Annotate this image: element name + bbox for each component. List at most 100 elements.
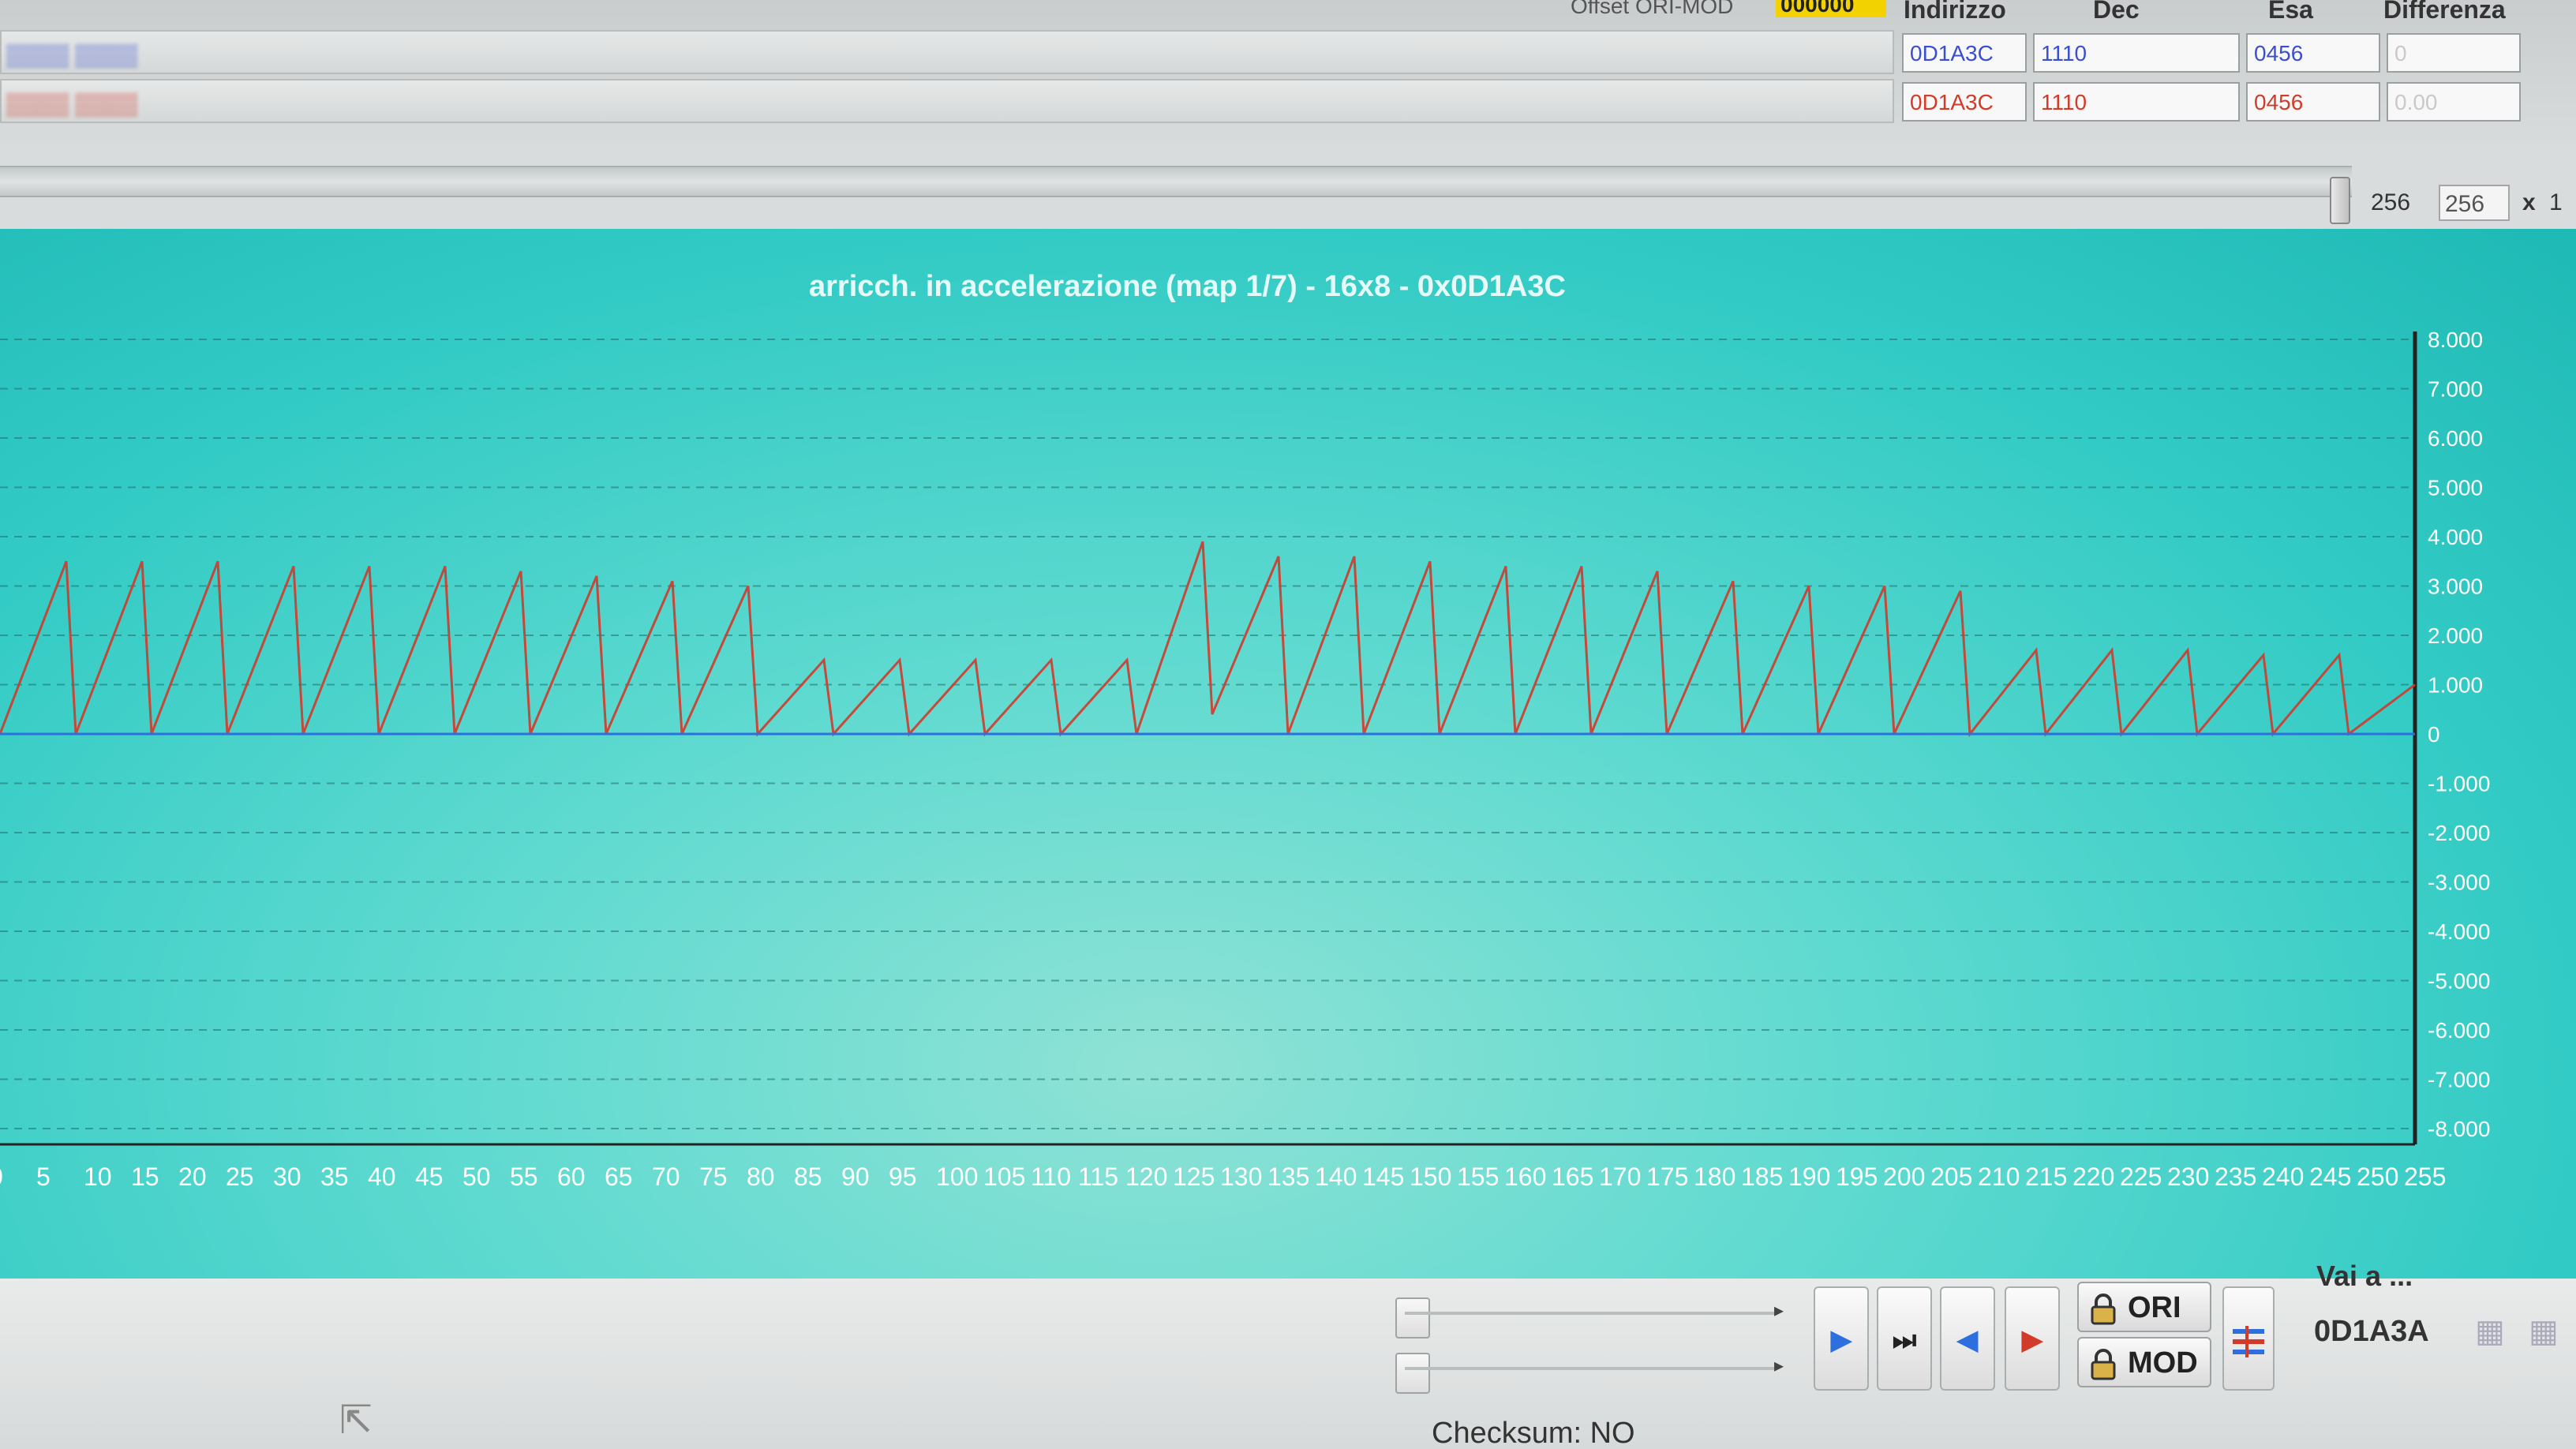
x-tick-label: 160 (1504, 1163, 1546, 1191)
y-tick-label: -8.000 (2428, 1117, 2490, 1141)
x-tick-label: 105 (983, 1163, 1025, 1191)
goto-address-input[interactable]: 0D1A3A (2314, 1315, 2429, 1349)
step-forward-button[interactable]: ▶ (2005, 1286, 2060, 1391)
x-tick-label: 240 (2262, 1163, 2304, 1191)
x-tick-label: 80 (747, 1163, 775, 1191)
x-tick-label: 180 (1694, 1163, 1735, 1191)
table-view-icon[interactable]: ▦ (2529, 1313, 2559, 1350)
x-tick-label: 25 (226, 1163, 254, 1191)
ori-lock-button[interactable]: ORI (2077, 1282, 2211, 1332)
column-header-address: Indirizzo (1904, 0, 2006, 24)
ori-scroll-line (1405, 1312, 1776, 1315)
app-window: Offset ORI-MOD 000000 Indirizzo Dec Esa … (0, 0, 2576, 1449)
zoom-value-input[interactable]: 256 (2439, 185, 2510, 221)
x-tick-label: 15 (131, 1163, 159, 1191)
ori-dec-cell[interactable]: 1110 (2033, 33, 2240, 73)
zoom-slider-thumb[interactable] (2330, 177, 2350, 224)
x-tick-label: 85 (794, 1163, 822, 1191)
x-tick-label: 75 (699, 1163, 728, 1191)
x-tick-label: 210 (1978, 1163, 2020, 1191)
step-back-icon: ◀ (1956, 1325, 1979, 1355)
x-tick-label: 195 (1836, 1163, 1878, 1191)
x-tick-label: 100 (936, 1163, 978, 1191)
chart-labels: 8.000 7.000 6.000 5.000 4.000 3.000 2.000 1.000… (0, 328, 2490, 1191)
y-tick-label: -2.000 (2428, 821, 2490, 845)
x-tick-label: 120 (1125, 1163, 1167, 1191)
skip-end-button[interactable]: ⏭ (1877, 1286, 1932, 1391)
x-tick-label: 190 (1788, 1163, 1830, 1191)
x-tick-label: 70 (652, 1163, 680, 1191)
column-header-hex: Esa (2268, 0, 2313, 24)
y-tick-label: -1.000 (2428, 772, 2490, 796)
ori-scroll-arrow-icon[interactable]: ▸ (1774, 1299, 1784, 1322)
y-tick-label: 8.000 (2428, 328, 2483, 352)
compare-icon (2233, 1326, 2264, 1358)
mod-address-cell[interactable]: 0D1A3C (1902, 82, 2027, 122)
offset-value[interactable]: 000000 (1776, 0, 1886, 17)
compare-view-button[interactable] (2222, 1286, 2275, 1391)
lock-icon (2091, 1348, 2116, 1380)
x-tick-label: 215 (2025, 1163, 2067, 1191)
x-tick-label: 45 (415, 1163, 444, 1191)
offset-label: Offset ORI-MOD (1571, 0, 1734, 18)
chart-axes (0, 331, 2417, 1146)
mod-row: ▒▒▒▒ ▒▒▒▒ (0, 79, 1894, 123)
mod-row-label-blurred: ▒▒▒▒ ▒▒▒▒ (6, 92, 138, 116)
grid-view-icon[interactable]: ▦ (2475, 1313, 2505, 1350)
x-tick-label: 50 (462, 1163, 491, 1191)
ori-visibility-checkbox[interactable] (1395, 1297, 1430, 1339)
step-back-button[interactable]: ◀ (1940, 1286, 1995, 1391)
mod-scroll-line (1405, 1367, 1776, 1370)
x-tick-label: 55 (510, 1163, 538, 1191)
ori-hex-cell[interactable]: 0456 (2246, 33, 2380, 73)
x-tick-label: 95 (889, 1163, 917, 1191)
lock-icon (2091, 1293, 2116, 1325)
x-tick-label: 205 (1930, 1163, 1972, 1191)
x-tick-label: 130 (1220, 1163, 1262, 1191)
y-tick-label: -6.000 (2428, 1018, 2490, 1043)
play-button[interactable]: ▶ (1814, 1286, 1869, 1391)
mod-dec-cell[interactable]: 1110 (2033, 82, 2240, 122)
mod-scroll-arrow-icon[interactable]: ▸ (1774, 1354, 1784, 1377)
x-tick-label: 90 (841, 1163, 870, 1191)
ori-address-cell[interactable]: 0D1A3C (1902, 33, 2027, 73)
x-tick-label: 40 (368, 1163, 396, 1191)
x-tick-label: 60 (557, 1163, 586, 1191)
mod-diff-cell[interactable]: 0.00 (2387, 82, 2521, 122)
x-tick-label: 165 (1552, 1163, 1593, 1191)
skip-end-icon: ⏭ (1892, 1325, 1917, 1355)
y-tick-label: 5.000 (2428, 476, 2483, 500)
checksum-status: Checksum: NO (1432, 1417, 1635, 1449)
zoom-value-label: 256 (2371, 189, 2411, 215)
y-tick-label: 6.000 (2428, 426, 2483, 451)
x-tick-label: 110 (1031, 1163, 1071, 1191)
x-tick-label: 145 (1362, 1163, 1404, 1191)
ori-row: ▒▒▒▒ ▒▒▒▒ (0, 30, 1894, 74)
y-tick-label: 1.000 (2428, 673, 2483, 698)
ori-label: ORI (2128, 1291, 2181, 1324)
x-tick-label: 10 (84, 1163, 112, 1191)
mod-visibility-checkbox[interactable] (1395, 1353, 1430, 1394)
x-tick-label: 245 (2309, 1163, 2351, 1191)
map-chart: 8.000 7.000 6.000 5.000 4.000 3.000 2.000 1.000… (0, 270, 2490, 1191)
x-tick-label: 220 (2072, 1163, 2114, 1191)
zoom-slider-track[interactable] (0, 166, 2352, 197)
y-tick-label: 0 (2428, 722, 2440, 747)
mod-hex-cell[interactable]: 0456 (2246, 82, 2380, 122)
y-tick-label: 4.000 (2428, 525, 2483, 549)
x-tick-label: 225 (2120, 1163, 2162, 1191)
x-tick-label: 0 (0, 1163, 3, 1191)
ori-diff-cell[interactable]: 0 (2387, 33, 2521, 73)
column-header-diff: Differenza (2383, 0, 2506, 24)
x-tick-label: 235 (2215, 1163, 2256, 1191)
column-header-dec: Dec (2093, 0, 2140, 24)
x-tick-label: 250 (2357, 1163, 2398, 1191)
zoom-multiplier: x (2522, 189, 2536, 215)
x-tick-label: 20 (178, 1163, 207, 1191)
x-tick-label: 175 (1646, 1163, 1688, 1191)
x-tick-label: 65 (605, 1163, 633, 1191)
y-tick-label: -7.000 (2428, 1068, 2490, 1092)
x-tick-label: 170 (1599, 1163, 1641, 1191)
mouse-cursor-icon: ⇱ (339, 1398, 373, 1442)
mod-lock-button[interactable]: MOD (2077, 1337, 2211, 1387)
